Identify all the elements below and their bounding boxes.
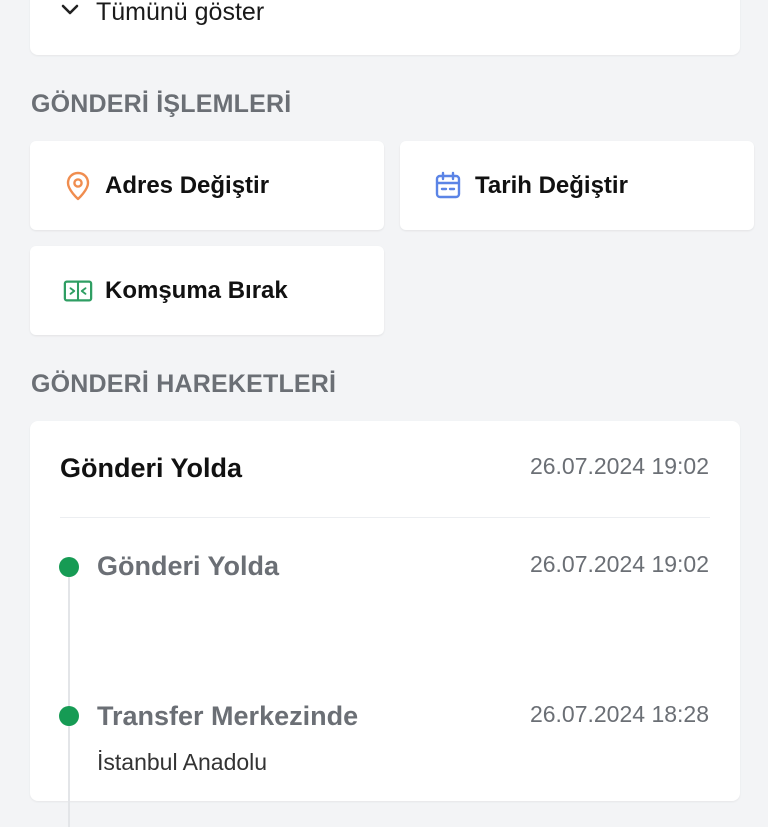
event-location: İstanbul Anadolu [97,749,268,775]
change-address-button[interactable]: Adres Değiştir [30,141,384,230]
change-date-button[interactable]: Tarih Değiştir [400,141,754,230]
operations-section-title: GÖNDERİ İŞLEMLERİ [31,90,292,118]
change-date-label: Tarih Değiştir [475,171,628,199]
calendar-icon [433,171,463,201]
event-date: 26.07.2024 18:28 [529,701,709,727]
timeline-dot [59,706,79,726]
event-title: Gönderi Yolda [97,551,280,581]
current-status-title: Gönderi Yolda [60,453,243,483]
leave-with-neighbor-button[interactable]: Komşuma Bırak [30,246,384,335]
header-divider [60,517,710,518]
event-date: 26.07.2024 19:02 [529,551,709,577]
location-pin-icon [63,171,93,201]
event-title: Transfer Merkezinde [97,701,359,731]
current-status-date: 26.07.2024 19:02 [529,453,709,479]
chevron-down-icon [60,3,80,22]
timeline-dot [59,557,79,577]
show-all-toggle[interactable]: Tümünü göster [60,0,264,27]
timeline-line [68,567,70,827]
show-all-label: Tümünü göster [96,0,265,26]
leave-with-neighbor-label: Komşuma Bırak [105,276,288,304]
change-address-label: Adres Değiştir [105,171,270,199]
show-all-card: Tümünü göster [30,0,740,55]
neighbor-transfer-icon [63,276,93,306]
movements-section-title: GÖNDERİ HAREKETLERİ [31,370,337,398]
movements-card: Gönderi Yolda 26.07.2024 19:02 Gönderi Y… [30,421,740,827]
